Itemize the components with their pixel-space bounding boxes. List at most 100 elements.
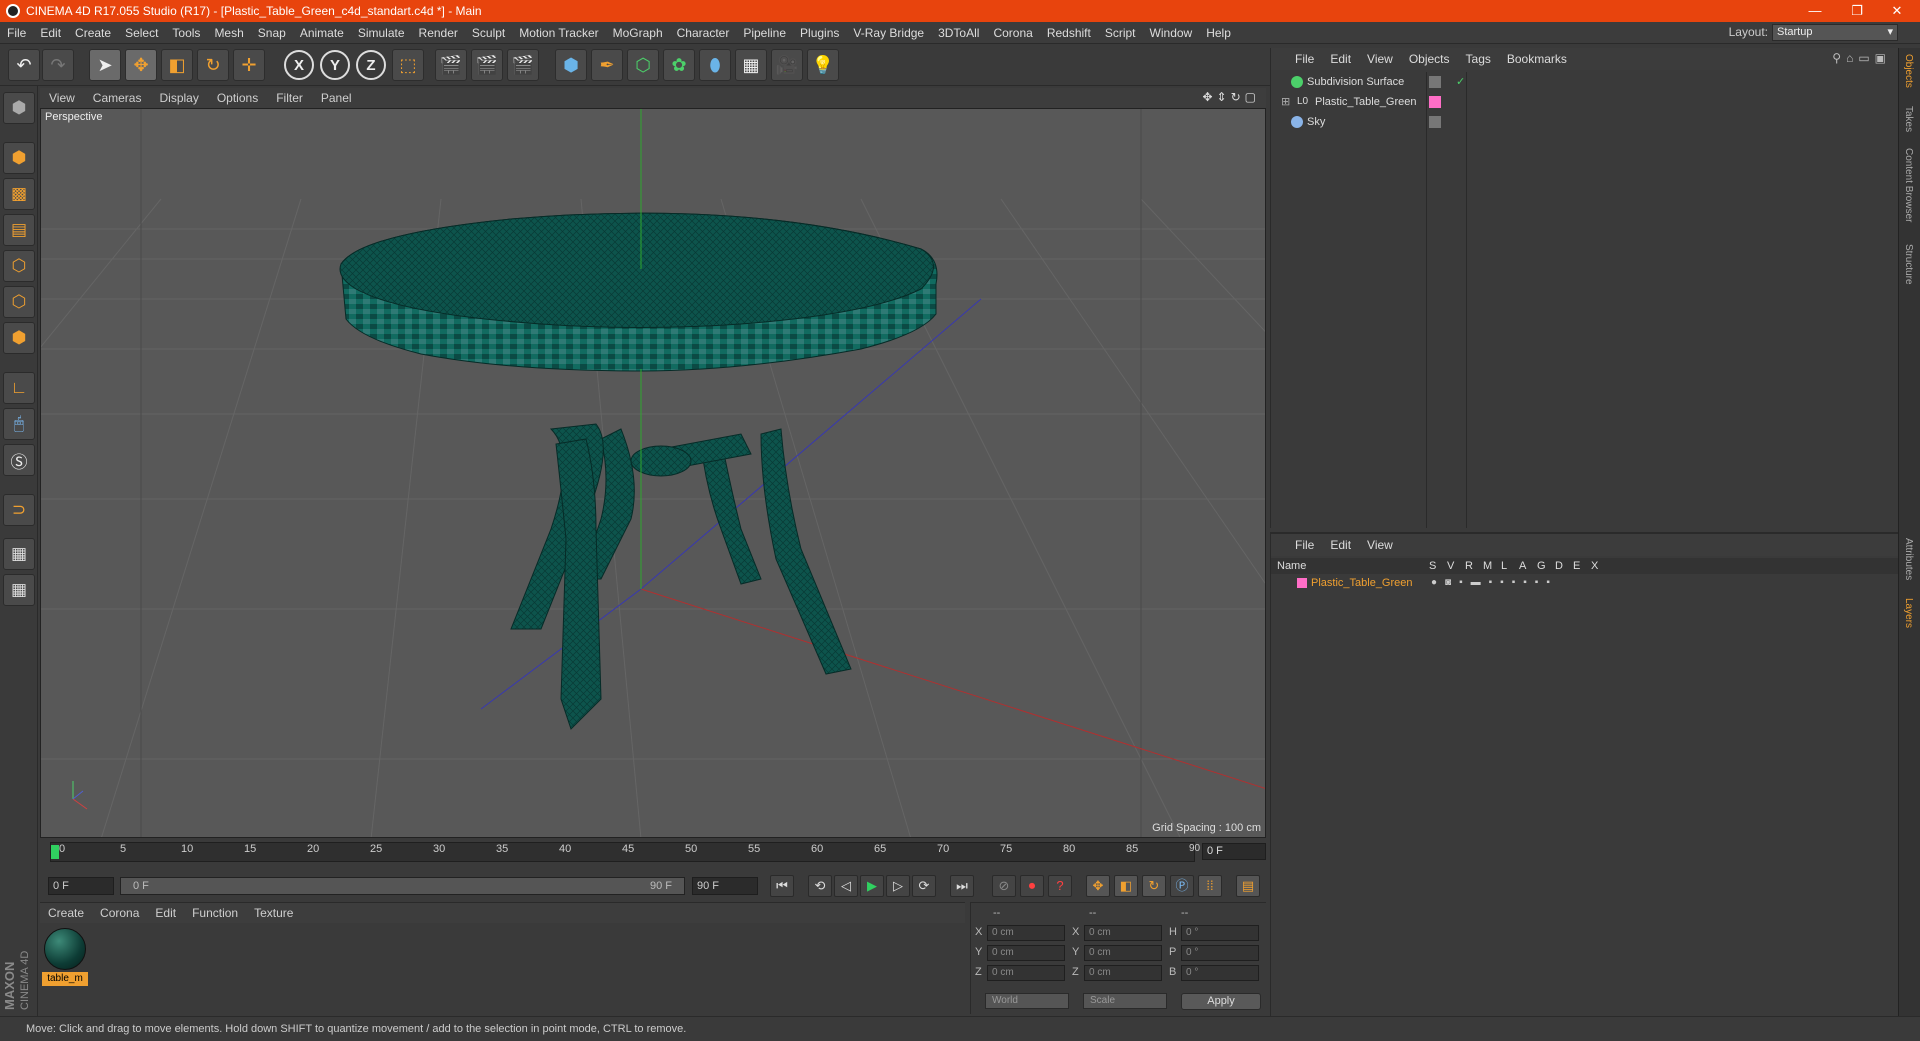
points-mode-button[interactable]: ⬡ [3,250,35,282]
mat-menu-texture[interactable]: Texture [246,906,301,920]
menu-mograph[interactable]: MoGraph [606,26,670,40]
menu-character[interactable]: Character [670,26,737,40]
col-a[interactable]: A [1519,558,1526,574]
search-home-icons[interactable]: ⚲⌂▭▣ [1832,51,1891,65]
live-selection-tool[interactable]: ➤ [89,49,121,81]
make-editable-button[interactable]: ⬢ [3,92,35,124]
col-e[interactable]: E [1573,558,1580,574]
scale-mode-select[interactable]: Scale [1083,993,1167,1009]
col-name[interactable]: Name [1277,558,1306,574]
redo-button[interactable]: ↷ [42,49,74,81]
recent-tool[interactable]: ✛ [233,49,265,81]
y-axis-lock[interactable]: Y [320,50,350,80]
record-active-button[interactable]: ⏺ [1020,875,1044,897]
record-pla-button[interactable]: ⁞⁞ [1198,875,1222,897]
pos-z-field[interactable]: 0 cm [987,965,1065,981]
render-picture-viewer-button[interactable]: 🎬 [471,49,503,81]
record-rotation-button[interactable]: ↻ [1142,875,1166,897]
tab-objects[interactable]: Objects [1903,54,1914,88]
add-deformer-button[interactable]: ⬮ [699,49,731,81]
material-name-label[interactable]: table_m [42,972,88,986]
render-view-button[interactable]: 🎬 [435,49,467,81]
close-button[interactable]: ✕ [1878,0,1916,22]
add-cube-button[interactable]: ⬢ [555,49,587,81]
object-row-plastic-table-green[interactable]: ⊞ L0 Plastic_Table_Green [1271,92,1899,112]
pos-x-field[interactable]: 0 cm [987,925,1065,941]
expand-plus-icon[interactable]: ⊞ [1281,92,1290,112]
next-frame-button[interactable]: ▷ [886,875,910,897]
col-s[interactable]: S [1429,558,1436,574]
rot-h-field[interactable]: 0 ° [1181,925,1259,941]
size-y-field[interactable]: 0 cm [1084,945,1162,961]
x-axis-lock[interactable]: X [284,50,314,80]
minimize-button[interactable]: — [1796,0,1834,22]
render-settings-button[interactable]: 🎬 [507,49,539,81]
menu-edit[interactable]: Edit [33,26,68,40]
z-axis-lock[interactable]: Z [356,50,386,80]
obj-menu-view[interactable]: View [1359,52,1401,66]
menu-tools[interactable]: Tools [165,26,207,40]
layer-toggle-icons[interactable]: ●◙▪▬▪▪▪▪▪▪ [1431,575,1558,591]
size-z-field[interactable]: 0 cm [1084,965,1162,981]
obj-menu-bookmarks[interactable]: Bookmarks [1499,52,1575,66]
pos-y-field[interactable]: 0 cm [987,945,1065,961]
record-scale-button[interactable]: ◧ [1114,875,1138,897]
layer-menu-view[interactable]: View [1359,538,1401,552]
timeline-window-button[interactable]: ▤ [1236,875,1260,897]
layer-row-plastic-table-green[interactable]: Plastic_Table_Green ●◙▪▬▪▪▪▪▪▪ [1271,575,1899,591]
mat-menu-corona[interactable]: Corona [92,906,147,920]
mat-menu-edit[interactable]: Edit [147,906,184,920]
plastic-table-model[interactable] [339,212,938,730]
add-mograph-button[interactable]: ✿ [663,49,695,81]
add-spline-button[interactable]: ✒ [591,49,623,81]
obj-menu-objects[interactable]: Objects [1401,52,1458,66]
go-to-end-button[interactable]: ⏭ [950,875,974,897]
material-preview-table-m[interactable] [44,928,86,970]
menu-pipeline[interactable]: Pipeline [736,26,793,40]
menu-sculpt[interactable]: Sculpt [465,26,512,40]
obj-menu-file[interactable]: File [1287,52,1322,66]
tab-layers[interactable]: Layers [1903,598,1914,628]
planar-workplane-button[interactable]: ▦ [3,574,35,606]
layout-select[interactable]: Startup ▾ [1772,24,1898,41]
vp-menu-display[interactable]: Display [150,91,207,105]
size-x-field[interactable]: 0 cm [1084,925,1162,941]
rotate-tool[interactable]: ↻ [197,49,229,81]
previous-frame-button[interactable]: ◁ [834,875,858,897]
obj-menu-tags[interactable]: Tags [1458,52,1499,66]
menu-vray-bridge[interactable]: V-Ray Bridge [846,26,931,40]
play-button[interactable]: ▶ [860,875,884,897]
go-to-start-button[interactable]: ⏮ [770,875,794,897]
model-mode-button[interactable]: ⬢ [3,142,35,174]
previous-key-button[interactable]: ⟲ [808,875,832,897]
tweak-mode-button[interactable]: 🖱 [3,408,35,440]
col-r[interactable]: R [1465,558,1473,574]
autokey-button[interactable]: ? [1048,875,1072,897]
layer-menu-file[interactable]: File [1287,538,1322,552]
next-key-button[interactable]: ⟳ [912,875,936,897]
apply-button[interactable]: Apply [1181,993,1261,1010]
add-camera-button[interactable]: 🎥 [771,49,803,81]
menu-simulate[interactable]: Simulate [351,26,412,40]
col-g[interactable]: G [1537,558,1546,574]
col-l[interactable]: L [1501,558,1507,574]
restore-button[interactable]: ❐ [1838,0,1876,22]
end-frame-field[interactable]: 90 F [692,877,758,895]
col-x[interactable]: X [1591,558,1598,574]
menu-help[interactable]: Help [1199,26,1238,40]
layer-menu-edit[interactable]: Edit [1322,538,1359,552]
mat-menu-create[interactable]: Create [40,906,92,920]
menu-snap[interactable]: Snap [251,26,293,40]
undo-button[interactable]: ↶ [8,49,40,81]
perspective-viewport[interactable]: Perspective Grid Spacing : 100 cm [40,108,1266,838]
start-frame-field[interactable]: 0 F [48,877,114,895]
menu-script[interactable]: Script [1098,26,1143,40]
record-position-button[interactable]: ✥ [1086,875,1110,897]
menu-corona[interactable]: Corona [986,26,1039,40]
vp-menu-view[interactable]: View [40,91,84,105]
current-frame-field[interactable]: 0 F [1202,843,1266,860]
menu-select[interactable]: Select [118,26,165,40]
edges-mode-button[interactable]: ⬡ [3,286,35,318]
tab-takes[interactable]: Takes [1903,106,1914,132]
vp-menu-filter[interactable]: Filter [267,91,312,105]
